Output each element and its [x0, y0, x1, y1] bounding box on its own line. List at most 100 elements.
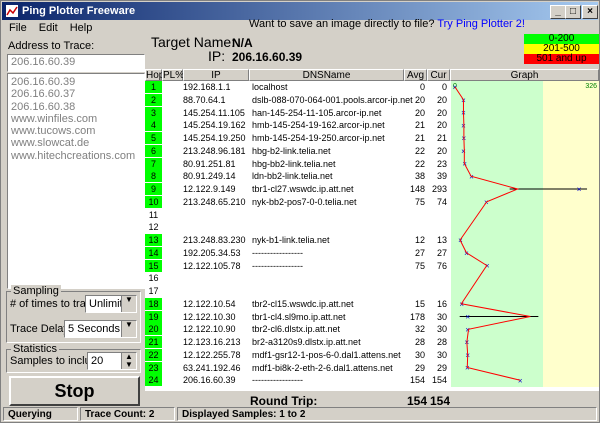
hop-avg: 32: [414, 324, 425, 335]
graph-sample-point: ×: [465, 313, 470, 322]
hop-number: 14: [145, 246, 162, 259]
hop-avg: 154: [409, 375, 425, 386]
graph-sample-point: ×: [577, 185, 582, 194]
hop-avg: 75: [414, 196, 425, 207]
hop-avg: 22: [414, 145, 425, 156]
trace-delay-select[interactable]: 5 Seconds ▼: [64, 320, 137, 338]
hop-number: 24: [145, 374, 162, 387]
menu-edit[interactable]: Edit: [33, 21, 64, 34]
hop-dnsname: tbr1-cl4.sl9mo.ip.att.net: [252, 311, 346, 322]
col-dnsname[interactable]: DNSName: [249, 69, 404, 81]
hop-avg: 178: [409, 311, 425, 322]
hop-number: 15: [145, 259, 162, 272]
hop-dnsname: dslb-088-070-064-001.pools.arcor-ip.net: [252, 94, 413, 105]
history-item[interactable]: 206.16.60.39: [11, 76, 141, 88]
history-item[interactable]: 206.16.60.38: [11, 101, 141, 113]
col-avg[interactable]: Avg: [404, 69, 427, 81]
chevron-down-icon[interactable]: ▼: [121, 321, 136, 337]
hop-avg: 28: [414, 337, 425, 347]
hop-ip: 192.205.34.53: [183, 247, 241, 258]
spinner-icon[interactable]: ▲ ▼: [121, 353, 136, 369]
hop-cur: 0: [441, 82, 447, 92]
hop-dnsname: -----------------: [252, 247, 303, 258]
promo-link[interactable]: Try Ping Plotter 2!: [437, 18, 525, 30]
status-state: Querying: [3, 407, 78, 421]
hop-number: 13: [145, 234, 162, 246]
hop-number: 10: [145, 195, 162, 208]
target-ip-label: IP:: [208, 48, 226, 64]
history-item[interactable]: 206.16.60.37: [11, 88, 141, 100]
stop-button[interactable]: Stop: [9, 376, 140, 406]
chevron-down-icon[interactable]: ▼: [121, 296, 136, 312]
hop-dnsname: nyk-b1-link.telia.net: [252, 235, 330, 245]
maximize-button[interactable]: □: [565, 5, 581, 19]
hop-ip: 80.91.251.81: [183, 158, 236, 169]
legend-high: 501 and up: [524, 54, 599, 64]
hop-dnsname: hmb-145-254-19-162.arcor-ip.net: [252, 120, 385, 131]
graph-scale-max: 326: [585, 83, 597, 90]
hop-number: 11: [148, 209, 159, 220]
hop-ip: 12.122.10.30: [183, 311, 236, 322]
hop-cur: 30: [436, 311, 447, 322]
history-item[interactable]: www.winfiles.com: [11, 113, 141, 125]
hop-cur: 29: [436, 362, 447, 373]
hop-ip: 145.254.19.250: [183, 133, 246, 143]
history-item[interactable]: www.slowcat.de: [11, 137, 141, 149]
samples-spinner[interactable]: 20 ▲ ▼: [87, 352, 137, 370]
hop-dnsname: mdf1-bi8k-2-eth-2-6.dal1.attens.net: [252, 362, 393, 373]
col-graph[interactable]: Graph: [450, 69, 599, 81]
statistics-label: Statistics: [11, 343, 60, 355]
hop-cur: 293: [431, 184, 447, 194]
hop-avg: 22: [414, 158, 425, 169]
hop-cur: 23: [436, 158, 447, 169]
hop-avg: 0: [419, 82, 425, 92]
hop-cur: 20: [436, 107, 447, 118]
hop-ip: 12.122.10.90: [183, 324, 236, 335]
hop-cur: 20: [436, 120, 447, 131]
hop-ip: 192.168.1.1: [183, 82, 231, 92]
col-ip[interactable]: IP: [183, 69, 249, 81]
hop-cur: 30: [436, 349, 447, 360]
col-cur[interactable]: Cur: [427, 69, 450, 81]
hop-dnsname: -----------------: [252, 375, 303, 386]
hop-cur: 21: [436, 133, 447, 143]
hop-number: 3: [145, 106, 162, 119]
hop-dnsname: br2-a3120s9.dlstx.ip.att.net: [252, 337, 361, 347]
address-label: Address to Trace:: [8, 40, 95, 52]
address-input[interactable]: 206.16.60.39: [7, 54, 145, 72]
graph-sample-point: ×: [461, 147, 466, 156]
hop-dnsname: hbg-b2-link.telia.net: [252, 145, 331, 156]
hop-dnsname: -----------------: [252, 260, 303, 271]
history-item[interactable]: www.hitechcreations.com: [11, 150, 141, 162]
hop-ip: 12.122.9.149: [183, 184, 236, 194]
hop-avg: 148: [409, 184, 425, 194]
hop-avg: 29: [414, 362, 425, 373]
status-trace-count: Trace Count: 2: [80, 407, 175, 421]
address-history-list[interactable]: 206.16.60.39 206.16.60.37 206.16.60.38 www.…: [7, 73, 145, 289]
hop-dnsname: han-145-254-11-105.arcor-ip.net: [252, 107, 382, 118]
latency-graph: 0 326××××××××××××××××××××: [451, 81, 599, 387]
minimize-button[interactable]: _: [550, 5, 566, 19]
hop-ip: 145.254.19.162: [183, 120, 246, 131]
hop-avg: 21: [414, 120, 425, 131]
times-to-trace-select[interactable]: Unlimited ▼: [85, 295, 137, 313]
hop-dnsname: hbg-bb2-link.telia.net: [252, 158, 336, 169]
col-hop[interactable]: Hop: [145, 69, 164, 81]
menu-file[interactable]: File: [3, 21, 33, 34]
hop-avg: 27: [414, 247, 425, 258]
target-name-value: N/A: [232, 36, 253, 50]
hop-cur: 154: [431, 375, 447, 386]
promo-banner: Want to save an image directly to file? …: [249, 18, 525, 30]
hop-number: 4: [145, 119, 162, 132]
hop-ip: 12.122.105.78: [183, 260, 241, 271]
hop-avg: 12: [414, 235, 425, 245]
col-pl[interactable]: PL%: [162, 69, 184, 81]
hop-dnsname: tbr1-cl27.wswdc.ip.att.net: [252, 184, 354, 194]
graph-sample-point: ×: [518, 376, 523, 385]
close-button[interactable]: ×: [582, 5, 598, 19]
history-item[interactable]: www.tucows.com: [11, 125, 141, 137]
sampling-label: Sampling: [11, 285, 61, 297]
samples-value: 20: [91, 355, 104, 367]
hop-cur: 30: [436, 324, 447, 335]
menu-help[interactable]: Help: [64, 21, 99, 34]
